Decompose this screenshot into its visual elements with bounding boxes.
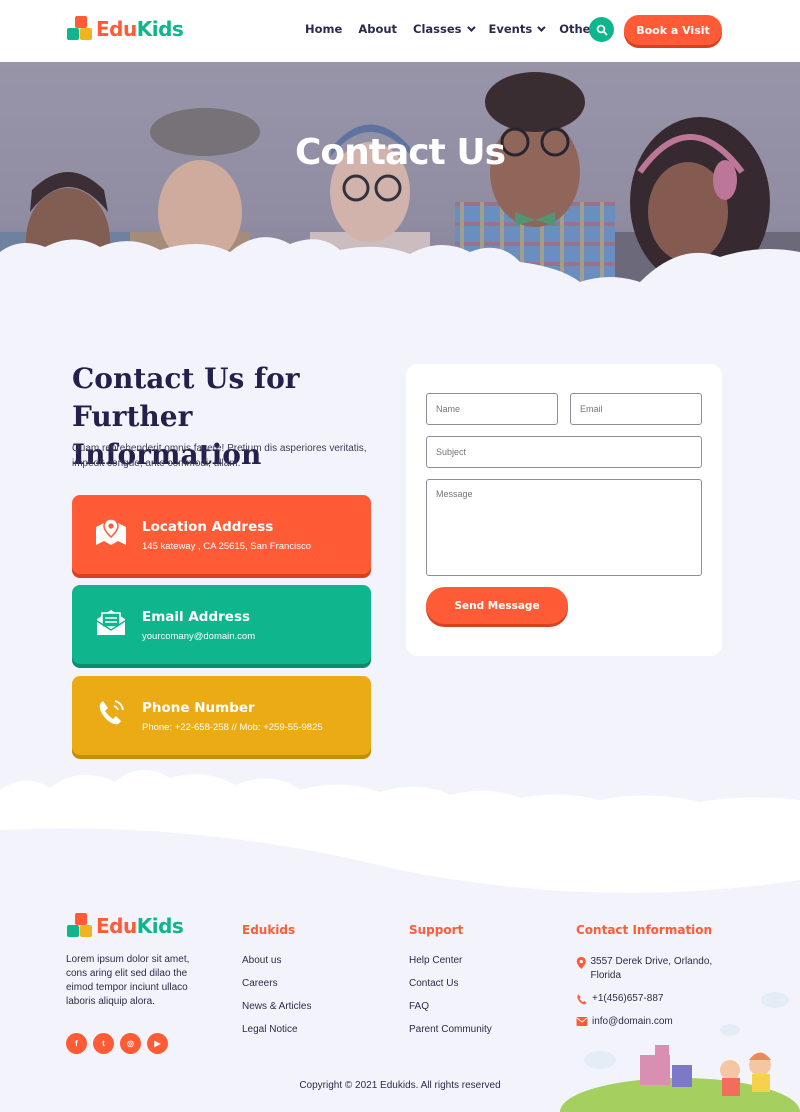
footer-link-news[interactable]: News & Articles (242, 1001, 311, 1024)
nav-classes-label: Classes (413, 22, 462, 36)
footer-link-about[interactable]: About us (242, 955, 311, 978)
book-visit-button[interactable]: Book a Visit (624, 15, 722, 45)
footer-logo-text-edu: Edu (96, 914, 137, 938)
envelope-icon (92, 603, 130, 641)
location-card: Location Address 145 kateway , CA 25615,… (72, 495, 371, 574)
logo-text-kids: Kids (136, 17, 184, 41)
hero-kids-photo (0, 62, 800, 312)
footer-col-support-title: Support (409, 923, 464, 937)
footer-col-edukids-title: Edukids (242, 923, 296, 937)
nav-home[interactable]: Home (305, 22, 342, 36)
footer-link-help[interactable]: Help Center (409, 955, 492, 978)
name-input[interactable] (426, 393, 558, 425)
page-title: Contact Us (294, 132, 506, 173)
facebook-icon[interactable]: f (66, 1033, 87, 1054)
contact-form: Send Message (406, 364, 722, 656)
footer-col-contact-title: Contact Information (576, 923, 713, 937)
hero-banner: Contact Us (0, 62, 800, 312)
map-icon (92, 513, 130, 551)
phone-text: Phone: +22-658-258 // Mob: +259-55-9825 (142, 722, 323, 733)
logo-mark-icon (67, 913, 93, 939)
footer-phone-text[interactable]: +1(456)657-887 (592, 992, 663, 1006)
logo[interactable]: EduKids (67, 16, 184, 42)
site-header: EduKids Home About Classes Events Other … (0, 0, 800, 62)
footer-about-text: Lorem ipsum dolor sit amet, cons aring e… (66, 954, 190, 1007)
chevron-down-icon (537, 23, 546, 32)
footer-address: 3557 Derek Drive, Orlando, Florida (576, 955, 726, 983)
main-nav: Home About Classes Events Other (305, 22, 623, 36)
copyright: Copyright © 2021 Edukids. All rights res… (299, 1080, 501, 1091)
location-title: Location Address (142, 519, 274, 535)
contact-description: Quam reprehenderit omnis facere! Pretium… (72, 443, 367, 469)
nav-about-label: About (358, 22, 398, 36)
footer-email-text[interactable]: info@domain.com (592, 1015, 673, 1029)
location-text: 145 kateway , CA 25615, San Francisco (142, 541, 311, 552)
search-icon (596, 24, 607, 35)
nav-events[interactable]: Events (488, 22, 546, 36)
footer-link-legal[interactable]: Legal Notice (242, 1024, 311, 1047)
email-card: Email Address yourcomany@domain.com (72, 585, 371, 664)
twitter-icon[interactable]: t (93, 1033, 114, 1054)
send-message-button[interactable]: Send Message (426, 587, 568, 624)
email-input[interactable] (570, 393, 702, 425)
nav-home-label: Home (305, 22, 343, 36)
footer-logo[interactable]: EduKids (67, 913, 184, 939)
footer-link-community[interactable]: Parent Community (409, 1024, 492, 1047)
logo-text: EduKids (96, 17, 184, 41)
nav-about[interactable]: About (358, 22, 397, 36)
logo-mark-icon (67, 16, 93, 42)
email-title: Email Address (142, 609, 251, 625)
footer-email: info@domain.com (576, 1015, 673, 1029)
email-text: yourcomany@domain.com (142, 631, 256, 642)
chevron-down-icon (466, 23, 476, 32)
phone-icon (92, 694, 130, 732)
footer-col-edukids: About us Careers News & Articles Legal N… (242, 955, 311, 1047)
footer-col-support: Help Center Contact Us FAQ Parent Commun… (409, 955, 492, 1047)
instagram-icon[interactable]: ◎ (120, 1033, 141, 1054)
logo-text-edu: Edu (96, 17, 137, 41)
nav-events-label: Events (488, 22, 533, 36)
search-button[interactable] (589, 17, 614, 42)
phone-card: Phone Number Phone: +22-658-258 // Mob: … (72, 676, 371, 755)
subject-input[interactable] (426, 436, 702, 468)
nav-classes[interactable]: Classes (413, 22, 476, 36)
footer-phone: +1(456)657-887 (576, 992, 663, 1006)
youtube-icon[interactable]: ▶ (147, 1033, 168, 1054)
message-textarea[interactable] (426, 479, 702, 576)
phone-icon (577, 994, 587, 1005)
phone-title: Phone Number (142, 700, 255, 716)
footer-link-contact[interactable]: Contact Us (409, 978, 492, 1001)
envelope-icon (576, 1017, 588, 1026)
footer-logo-text: EduKids (96, 914, 184, 938)
social-links: f t ◎ ▶ (66, 1033, 174, 1054)
location-pin-icon (576, 957, 586, 969)
footer-link-faq[interactable]: FAQ (409, 1001, 492, 1024)
footer-link-careers[interactable]: Careers (242, 978, 311, 1001)
footer-address-text: 3557 Derek Drive, Orlando, Florida (590, 956, 713, 981)
footer-logo-text-kids: Kids (136, 914, 184, 938)
